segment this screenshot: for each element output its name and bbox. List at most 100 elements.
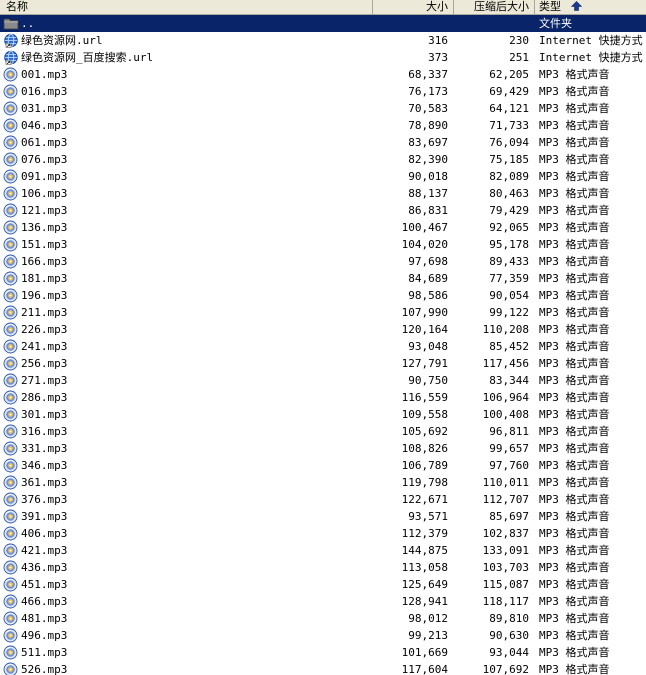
file-name: 211.mp3 [21, 306, 68, 319]
file-row[interactable]: 376.mp3 122,671 112,707 MP3 格式声音 [0, 491, 646, 508]
file-row[interactable]: 046.mp3 78,890 71,733 MP3 格式声音 [0, 117, 646, 134]
column-header-type[interactable]: 类型 [535, 0, 646, 14]
file-type: MP3 格式声音 [539, 561, 610, 574]
file-type: MP3 格式声音 [539, 136, 610, 149]
file-row[interactable]: 031.mp3 70,583 64,121 MP3 格式声音 [0, 100, 646, 117]
file-packed-size: 93,044 [489, 646, 529, 659]
file-row[interactable]: 451.mp3 125,649 115,087 MP3 格式声音 [0, 576, 646, 593]
file-type: MP3 格式声音 [539, 493, 610, 506]
file-name: .. [21, 17, 35, 30]
file-row[interactable]: 241.mp3 93,048 85,452 MP3 格式声音 [0, 338, 646, 355]
column-header-size-label: 大小 [426, 0, 448, 13]
url-icon [3, 49, 19, 66]
file-row[interactable]: 211.mp3 107,990 99,122 MP3 格式声音 [0, 304, 646, 321]
file-packed-size: 97,760 [489, 459, 529, 472]
file-name: 031.mp3 [21, 102, 68, 115]
file-row[interactable]: 绿色资源网_百度搜索.url 373 251 Internet 快捷方式 [0, 49, 646, 66]
file-packed-size: 79,429 [489, 204, 529, 217]
file-size: 76,173 [408, 85, 448, 98]
mp3-icon [3, 542, 19, 559]
file-packed-size: 90,630 [489, 629, 529, 642]
column-header-size[interactable]: 大小 [373, 0, 454, 14]
file-row[interactable]: 511.mp3 101,669 93,044 MP3 格式声音 [0, 644, 646, 661]
file-type: MP3 格式声音 [539, 68, 610, 81]
file-row[interactable]: 301.mp3 109,558 100,408 MP3 格式声音 [0, 406, 646, 423]
file-row[interactable]: 106.mp3 88,137 80,463 MP3 格式声音 [0, 185, 646, 202]
file-type: MP3 格式声音 [539, 663, 610, 675]
file-size: 83,697 [408, 136, 448, 149]
file-row[interactable]: 016.mp3 76,173 69,429 MP3 格式声音 [0, 83, 646, 100]
file-size: 122,671 [401, 493, 448, 506]
mp3-icon [3, 610, 19, 627]
file-packed-size: 80,463 [489, 187, 529, 200]
column-header-bar: 名称 大小 压缩后大小 类型 [0, 0, 646, 15]
file-size: 78,890 [408, 119, 448, 132]
file-type: MP3 格式声音 [539, 612, 610, 625]
file-row[interactable]: 136.mp3 100,467 92,065 MP3 格式声音 [0, 219, 646, 236]
file-name: 316.mp3 [21, 425, 68, 438]
mp3-icon [3, 423, 19, 440]
file-row[interactable]: 076.mp3 82,390 75,185 MP3 格式声音 [0, 151, 646, 168]
file-name: 016.mp3 [21, 85, 68, 98]
file-row[interactable]: 331.mp3 108,826 99,657 MP3 格式声音 [0, 440, 646, 457]
file-name: 391.mp3 [21, 510, 68, 523]
file-type: MP3 格式声音 [539, 578, 610, 591]
file-packed-size [454, 15, 529, 32]
file-row[interactable]: 061.mp3 83,697 76,094 MP3 格式声音 [0, 134, 646, 151]
file-size: 120,164 [401, 323, 448, 336]
file-size: 84,689 [408, 272, 448, 285]
file-row[interactable]: 466.mp3 128,941 118,117 MP3 格式声音 [0, 593, 646, 610]
file-type: MP3 格式声音 [539, 510, 610, 523]
file-type: MP3 格式声音 [539, 170, 610, 183]
file-row[interactable]: 346.mp3 106,789 97,760 MP3 格式声音 [0, 457, 646, 474]
file-packed-size: 106,964 [482, 391, 529, 404]
file-row[interactable]: 151.mp3 104,020 95,178 MP3 格式声音 [0, 236, 646, 253]
file-row[interactable]: 181.mp3 84,689 77,359 MP3 格式声音 [0, 270, 646, 287]
file-row[interactable]: 271.mp3 90,750 83,344 MP3 格式声音 [0, 372, 646, 389]
mp3-icon [3, 491, 19, 508]
file-packed-size: 69,429 [489, 85, 529, 98]
file-packed-size: 118,117 [482, 595, 529, 608]
file-rows: .. 文件夹 绿色资源网.url 316 230 Internet 快捷方式 绿色资源网_百… [0, 15, 646, 675]
file-type: MP3 格式声音 [539, 595, 610, 608]
file-type: Internet 快捷方式 [539, 51, 643, 64]
mp3-icon [3, 253, 19, 270]
file-row[interactable]: 406.mp3 112,379 102,837 MP3 格式声音 [0, 525, 646, 542]
file-row[interactable]: 361.mp3 119,798 110,011 MP3 格式声音 [0, 474, 646, 491]
file-type: MP3 格式声音 [539, 476, 610, 489]
column-header-packed-size[interactable]: 压缩后大小 [454, 0, 535, 14]
file-packed-size: 133,091 [482, 544, 529, 557]
file-row[interactable]: 001.mp3 68,337 62,205 MP3 格式声音 [0, 66, 646, 83]
file-packed-size: 230 [509, 34, 529, 47]
file-size: 106,789 [401, 459, 448, 472]
file-row[interactable]: 226.mp3 120,164 110,208 MP3 格式声音 [0, 321, 646, 338]
mp3-icon [3, 66, 19, 83]
file-row[interactable]: 绿色资源网.url 316 230 Internet 快捷方式 [0, 32, 646, 49]
file-name: 076.mp3 [21, 153, 68, 166]
file-size: 100,467 [401, 221, 448, 234]
file-name: 136.mp3 [21, 221, 68, 234]
file-row[interactable]: 481.mp3 98,012 89,810 MP3 格式声音 [0, 610, 646, 627]
file-name: 181.mp3 [21, 272, 68, 285]
file-row[interactable]: 391.mp3 93,571 85,697 MP3 格式声音 [0, 508, 646, 525]
file-row[interactable]: 166.mp3 97,698 89,433 MP3 格式声音 [0, 253, 646, 270]
file-row[interactable]: 091.mp3 90,018 82,089 MP3 格式声音 [0, 168, 646, 185]
file-row[interactable]: 421.mp3 144,875 133,091 MP3 格式声音 [0, 542, 646, 559]
file-row[interactable]: 196.mp3 98,586 90,054 MP3 格式声音 [0, 287, 646, 304]
file-row[interactable]: 121.mp3 86,831 79,429 MP3 格式声音 [0, 202, 646, 219]
file-row[interactable]: 256.mp3 127,791 117,456 MP3 格式声音 [0, 355, 646, 372]
file-row[interactable]: 436.mp3 113,058 103,703 MP3 格式声音 [0, 559, 646, 576]
column-header-name[interactable]: 名称 [0, 0, 373, 14]
mp3-icon [3, 83, 19, 100]
file-row[interactable]: 526.mp3 117,604 107,692 MP3 格式声音 [0, 661, 646, 675]
file-row[interactable]: 496.mp3 99,213 90,630 MP3 格式声音 [0, 627, 646, 644]
file-name: 241.mp3 [21, 340, 68, 353]
file-name: 271.mp3 [21, 374, 68, 387]
file-row[interactable]: 316.mp3 105,692 96,811 MP3 格式声音 [0, 423, 646, 440]
file-type: MP3 格式声音 [539, 119, 610, 132]
parent-folder-row[interactable]: .. 文件夹 [0, 15, 646, 32]
mp3-icon [3, 321, 19, 338]
file-name: 526.mp3 [21, 663, 68, 675]
file-size: 109,558 [401, 408, 448, 421]
file-row[interactable]: 286.mp3 116,559 106,964 MP3 格式声音 [0, 389, 646, 406]
